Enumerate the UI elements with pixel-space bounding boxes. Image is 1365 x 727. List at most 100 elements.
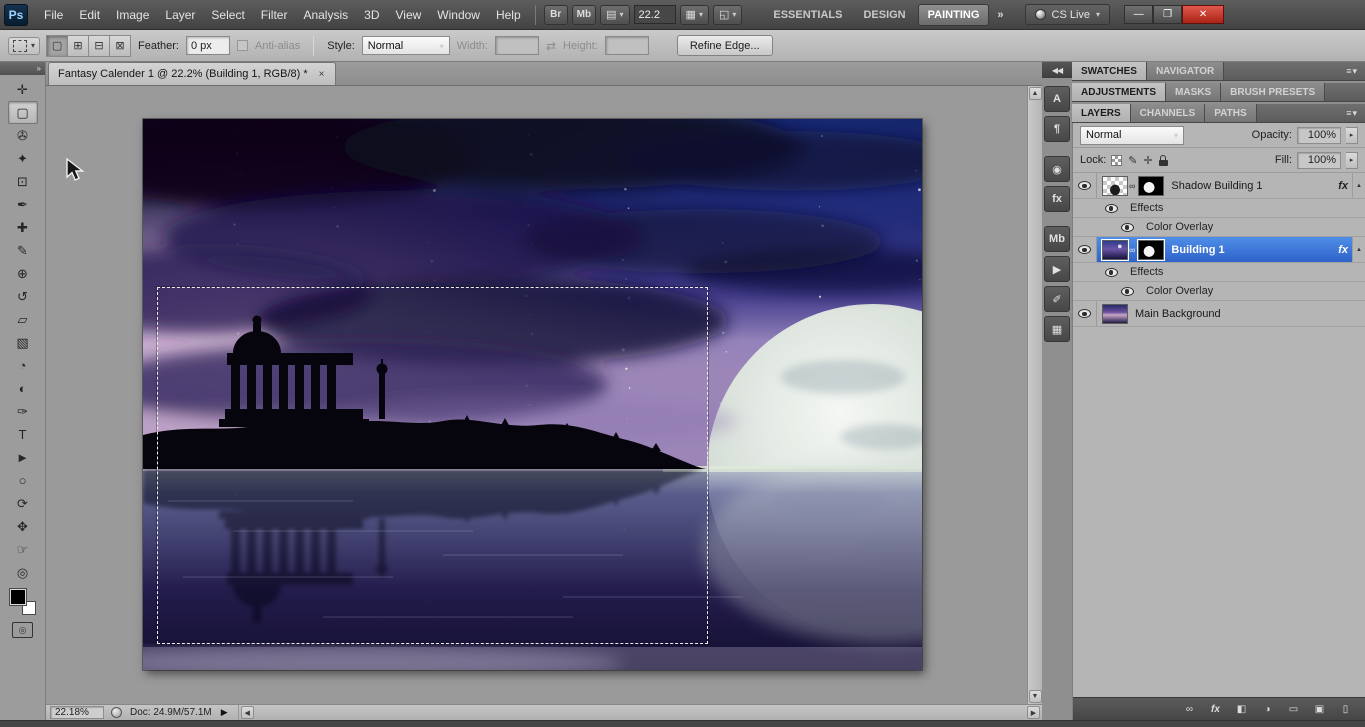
pan-3d-tool[interactable]: ✥	[8, 515, 38, 538]
lock-transparency-icon[interactable]	[1111, 154, 1123, 166]
selection-mode-add[interactable]: ⊞	[67, 34, 90, 57]
menu-select[interactable]: Select	[203, 0, 252, 30]
workspace-overflow-chevron[interactable]: »	[992, 9, 1008, 21]
character-panel[interactable]: A	[1044, 86, 1070, 112]
path-selection-tool[interactable]: ►	[8, 446, 38, 469]
minimize-button[interactable]: —	[1124, 5, 1154, 24]
hand-tool[interactable]: ☞	[8, 538, 38, 561]
eraser-tool[interactable]: ▱	[8, 308, 38, 331]
layer-thumbnail[interactable]	[1102, 175, 1128, 196]
tab-brush-presets[interactable]: BRUSH PRESETS	[1221, 83, 1326, 101]
scroll-down-arrow[interactable]	[1028, 690, 1042, 703]
document-tab[interactable]: Fantasy Calender 1 @ 22.2% (Building 1, …	[48, 62, 337, 85]
vertical-scrollbar[interactable]	[1027, 86, 1042, 704]
fill-value[interactable]: 100%	[1297, 151, 1341, 169]
layer-fx-badge[interactable]: fx	[1338, 244, 1348, 256]
workspace-essentials[interactable]: ESSENTIALS	[764, 5, 851, 25]
layer-row-main[interactable]: ∞ Building 1 fx	[1097, 237, 1352, 262]
view-extras-button[interactable]: ▤	[600, 4, 630, 25]
fill-slider-arrow[interactable]	[1346, 151, 1358, 169]
foreground-background-swatches[interactable]	[9, 589, 37, 615]
layer-mask-thumbnail[interactable]	[1137, 238, 1166, 261]
selection-mode-new[interactable]: ▢	[46, 34, 69, 57]
menu-filter[interactable]: Filter	[253, 0, 296, 30]
arrange-documents-button[interactable]: ▦	[679, 4, 709, 25]
lock-all-icon[interactable]	[1158, 154, 1168, 166]
pen-tool[interactable]: ✑	[8, 400, 38, 423]
move-tool[interactable]: ✛	[8, 78, 38, 101]
menu-file[interactable]: File	[36, 0, 71, 30]
layer-row-shadow-building[interactable]: ∞ Shadow Building 1 fx	[1073, 173, 1365, 199]
status-zoom-field[interactable]: 22.18%	[50, 706, 104, 719]
lock-position-icon[interactable]: ✛	[1144, 154, 1153, 167]
layer-row-main-background[interactable]: Main Background	[1073, 301, 1365, 327]
layer-mask-link-icon[interactable]: ∞	[1129, 245, 1135, 255]
cs-live-button[interactable]: CS Live	[1024, 4, 1111, 25]
clone-source-panel[interactable]: ◉	[1044, 156, 1070, 182]
layer-row-main[interactable]: ∞ Shadow Building 1 fx	[1097, 173, 1352, 198]
collapse-effects-arrow[interactable]	[1352, 237, 1365, 262]
menu-3d[interactable]: 3D	[356, 0, 387, 30]
ellipse-tool[interactable]: ○	[8, 469, 38, 492]
workspace-painting[interactable]: PAINTING	[917, 3, 990, 26]
add-layer-mask-button[interactable]: ◧	[1234, 702, 1249, 717]
histogram-panel[interactable]: ▦	[1044, 316, 1070, 342]
mini-bridge-panel[interactable]: Mb	[1044, 226, 1070, 252]
link-layers-button[interactable]: ∞	[1182, 702, 1197, 717]
launch-bridge-button[interactable]: Br	[543, 4, 568, 25]
panel-menu-button[interactable]	[1339, 62, 1365, 80]
menu-analysis[interactable]: Analysis	[295, 0, 356, 30]
zoom-tool[interactable]: ◎	[8, 561, 38, 584]
gradient-tool[interactable]: ▧	[8, 331, 38, 354]
clone-stamp-tool[interactable]: ⊕	[8, 262, 38, 285]
crop-tool[interactable]: ⊡	[8, 170, 38, 193]
tools-collapse-chevron[interactable]	[0, 62, 45, 75]
tab-paths[interactable]: PATHS	[1205, 104, 1257, 122]
layer-fx-badge[interactable]: fx	[1338, 180, 1348, 192]
horizontal-scrollbar[interactable]	[237, 705, 1042, 720]
status-options-arrow[interactable]: ▶	[221, 707, 228, 718]
layer-thumbnail[interactable]	[1102, 303, 1128, 324]
rotate-3d-tool[interactable]: ⟳	[8, 492, 38, 515]
menu-layer[interactable]: Layer	[157, 0, 203, 30]
blend-mode-dropdown[interactable]: Normal	[1080, 125, 1184, 145]
actions-panel[interactable]: ▶	[1044, 256, 1070, 282]
tab-adjustments[interactable]: ADJUSTMENTS	[1072, 83, 1167, 101]
tab-channels[interactable]: CHANNELS	[1130, 104, 1206, 122]
effect-visibility-toggle[interactable]	[1115, 222, 1139, 232]
layer-styles-panel[interactable]: fx	[1044, 186, 1070, 212]
layer-row-building-1[interactable]: ∞ Building 1 fx	[1073, 237, 1365, 263]
quick-mask-button[interactable]: ◎	[12, 622, 33, 638]
effect-visibility-toggle[interactable]	[1115, 286, 1139, 296]
restore-button[interactable]: ❐	[1153, 5, 1183, 24]
color-overlay-row[interactable]: Color Overlay	[1073, 218, 1365, 237]
new-adjustment-layer-button[interactable]: ◑	[1260, 702, 1275, 717]
layer-visibility-toggle[interactable]	[1073, 173, 1097, 198]
menu-image[interactable]: Image	[108, 0, 157, 30]
foreground-color-swatch[interactable]	[9, 589, 26, 605]
blur-tool[interactable]: ◔	[8, 354, 38, 377]
tab-masks[interactable]: MASKS	[1166, 83, 1222, 101]
layer-visibility-toggle[interactable]	[1073, 237, 1097, 262]
opacity-slider-arrow[interactable]	[1346, 126, 1358, 144]
eyedropper-tool[interactable]: ✒	[8, 193, 38, 216]
effects-visibility-toggle[interactable]	[1099, 267, 1123, 277]
delete-layer-button[interactable]: ▯	[1338, 702, 1353, 717]
color-overlay-row[interactable]: Color Overlay	[1073, 282, 1365, 301]
zoom-level-input[interactable]	[633, 5, 676, 24]
new-group-button[interactable]: ▭	[1286, 702, 1301, 717]
layer-mask-link-icon[interactable]: ∞	[1129, 181, 1135, 191]
launch-minibridge-button[interactable]: Mb	[571, 4, 597, 25]
menu-view[interactable]: View	[387, 0, 429, 30]
tab-layers[interactable]: LAYERS	[1072, 104, 1131, 122]
paragraph-panel[interactable]: ¶	[1044, 116, 1070, 142]
selection-mode-intersect[interactable]: ⊠	[109, 34, 132, 57]
menu-window[interactable]: Window	[429, 0, 488, 30]
photoshop-logo[interactable]: Ps	[4, 3, 28, 26]
history-brush-tool[interactable]: ↺	[8, 285, 38, 308]
layer-thumbnail[interactable]	[1101, 238, 1129, 261]
canvas-viewport[interactable]	[46, 86, 1027, 704]
panel-menu-button[interactable]	[1339, 104, 1365, 122]
layer-mask-thumbnail[interactable]	[1138, 175, 1165, 196]
feather-input[interactable]	[185, 36, 230, 55]
